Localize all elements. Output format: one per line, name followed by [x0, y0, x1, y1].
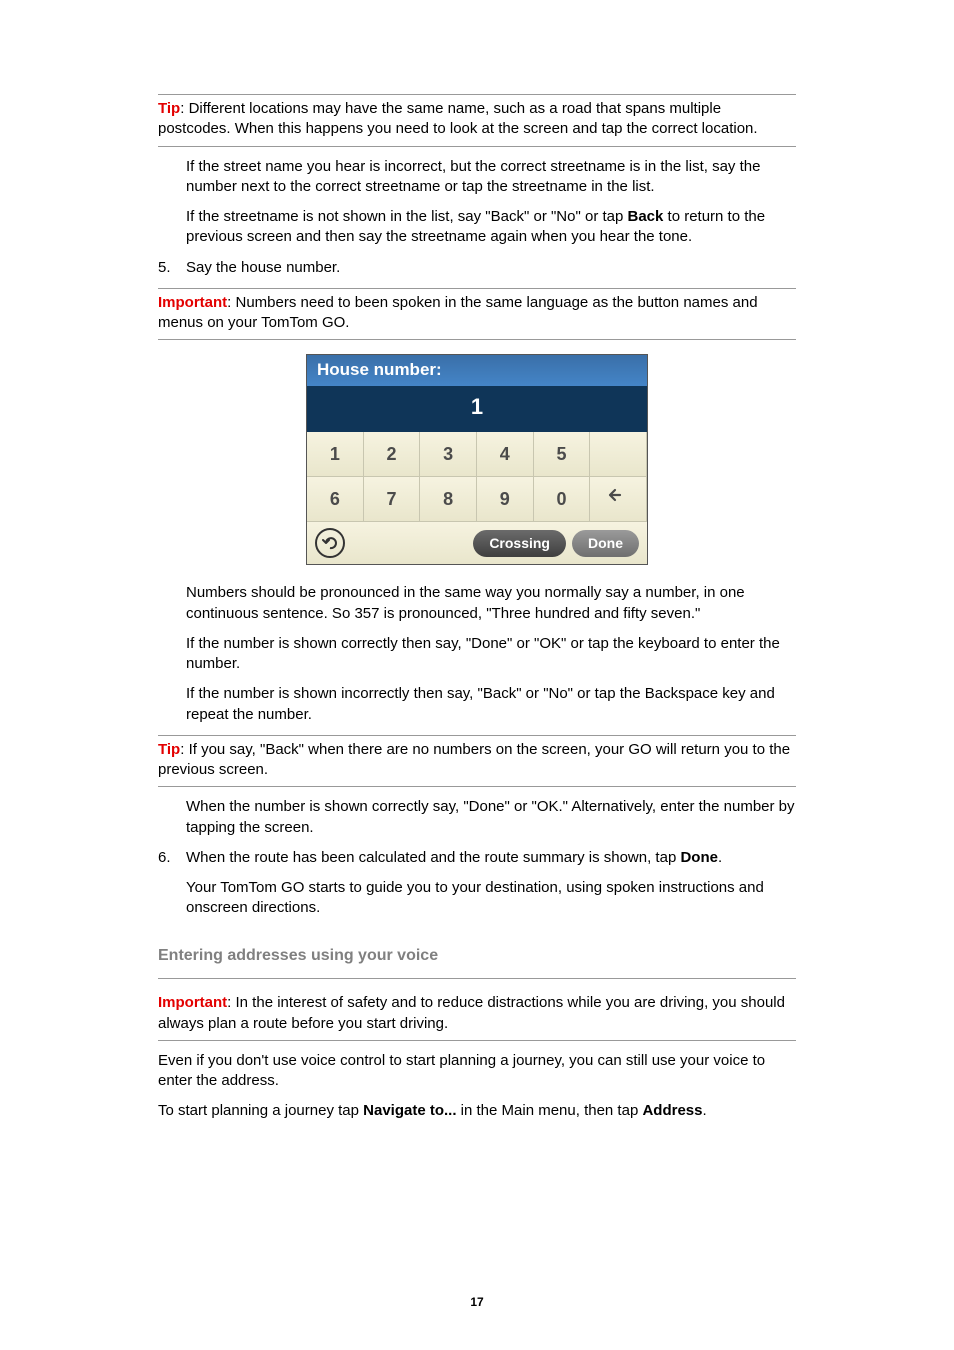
text: To start planning a journey tap	[158, 1102, 363, 1119]
step-5: 5. Say the house number.	[158, 258, 796, 278]
tip-label: Tip	[158, 741, 180, 758]
key-backspace[interactable]	[590, 477, 647, 522]
number-display: 1	[307, 386, 647, 432]
paragraph: If the street name you hear is incorrect…	[186, 157, 796, 198]
paragraph: If the streetname is not shown in the li…	[186, 207, 796, 248]
step-6: 6. When the route has been calculated an…	[158, 848, 796, 868]
text: If the streetname is not shown in the li…	[186, 208, 628, 225]
screen-footer: Crossing Done	[307, 522, 647, 564]
paragraph: If the number is shown incorrectly then …	[186, 684, 796, 725]
paragraph: Your TomTom GO starts to guide you to yo…	[186, 878, 796, 919]
section-heading: Entering addresses using your voice	[158, 945, 796, 967]
important-label: Important	[158, 994, 227, 1011]
step-number: 6.	[158, 848, 186, 868]
step-body: When the route has been calculated and t…	[186, 848, 796, 868]
key-0[interactable]: 0	[534, 477, 591, 522]
house-number-screen: House number: 1 1 2 3 4 5 6 7 8 9 0	[306, 354, 648, 565]
key-5[interactable]: 5	[534, 432, 591, 477]
important-text: : Numbers need to been spoken in the sam…	[158, 294, 758, 331]
bold-text: Back	[628, 208, 664, 225]
key-9[interactable]: 9	[477, 477, 534, 522]
paragraph: To start planning a journey tap Navigate…	[158, 1101, 796, 1121]
key-1[interactable]: 1	[307, 432, 364, 477]
tip-callout: Tip: If you say, "Back" when there are n…	[158, 735, 796, 788]
key-7[interactable]: 7	[364, 477, 421, 522]
back-button[interactable]	[315, 528, 345, 558]
step-number: 5.	[158, 258, 186, 278]
text: .	[718, 849, 722, 866]
screen-title: House number:	[307, 355, 647, 386]
bold-text: Address	[642, 1102, 702, 1119]
paragraph: When the number is shown correctly say, …	[186, 797, 796, 838]
divider	[158, 978, 796, 979]
text: in the Main menu, then tap	[457, 1102, 643, 1119]
page-number: 17	[0, 1294, 954, 1310]
document-page: Tip: Different locations may have the sa…	[0, 0, 954, 1350]
key-4[interactable]: 4	[477, 432, 534, 477]
important-callout: Important: In the interest of safety and…	[158, 989, 796, 1041]
text: When the route has been calculated and t…	[186, 849, 680, 866]
paragraph: Even if you don't use voice control to s…	[158, 1051, 796, 1092]
done-button[interactable]: Done	[572, 530, 639, 557]
backspace-icon	[608, 487, 628, 503]
tip-text: : If you say, "Back" when there are no n…	[158, 741, 790, 778]
bold-text: Done	[680, 849, 718, 866]
key-8[interactable]: 8	[420, 477, 477, 522]
key-blank	[590, 432, 647, 477]
screenshot-figure: House number: 1 1 2 3 4 5 6 7 8 9 0	[158, 354, 796, 565]
key-2[interactable]: 2	[364, 432, 421, 477]
important-label: Important	[158, 294, 227, 311]
important-text: : In the interest of safety and to reduc…	[158, 994, 785, 1031]
keypad: 1 2 3 4 5 6 7 8 9 0	[307, 432, 647, 523]
back-arrow-icon	[322, 536, 338, 550]
tip-callout: Tip: Different locations may have the sa…	[158, 94, 796, 147]
important-callout: Important: Numbers need to been spoken i…	[158, 288, 796, 341]
step-body: Say the house number.	[186, 258, 796, 278]
tip-label: Tip	[158, 100, 180, 117]
crossing-button[interactable]: Crossing	[473, 530, 566, 557]
paragraph: Numbers should be pronounced in the same…	[186, 583, 796, 624]
paragraph: If the number is shown correctly then sa…	[186, 634, 796, 675]
tip-text: : Different locations may have the same …	[158, 100, 758, 137]
key-6[interactable]: 6	[307, 477, 364, 522]
text: .	[702, 1102, 706, 1119]
bold-text: Navigate to...	[363, 1102, 456, 1119]
key-3[interactable]: 3	[420, 432, 477, 477]
